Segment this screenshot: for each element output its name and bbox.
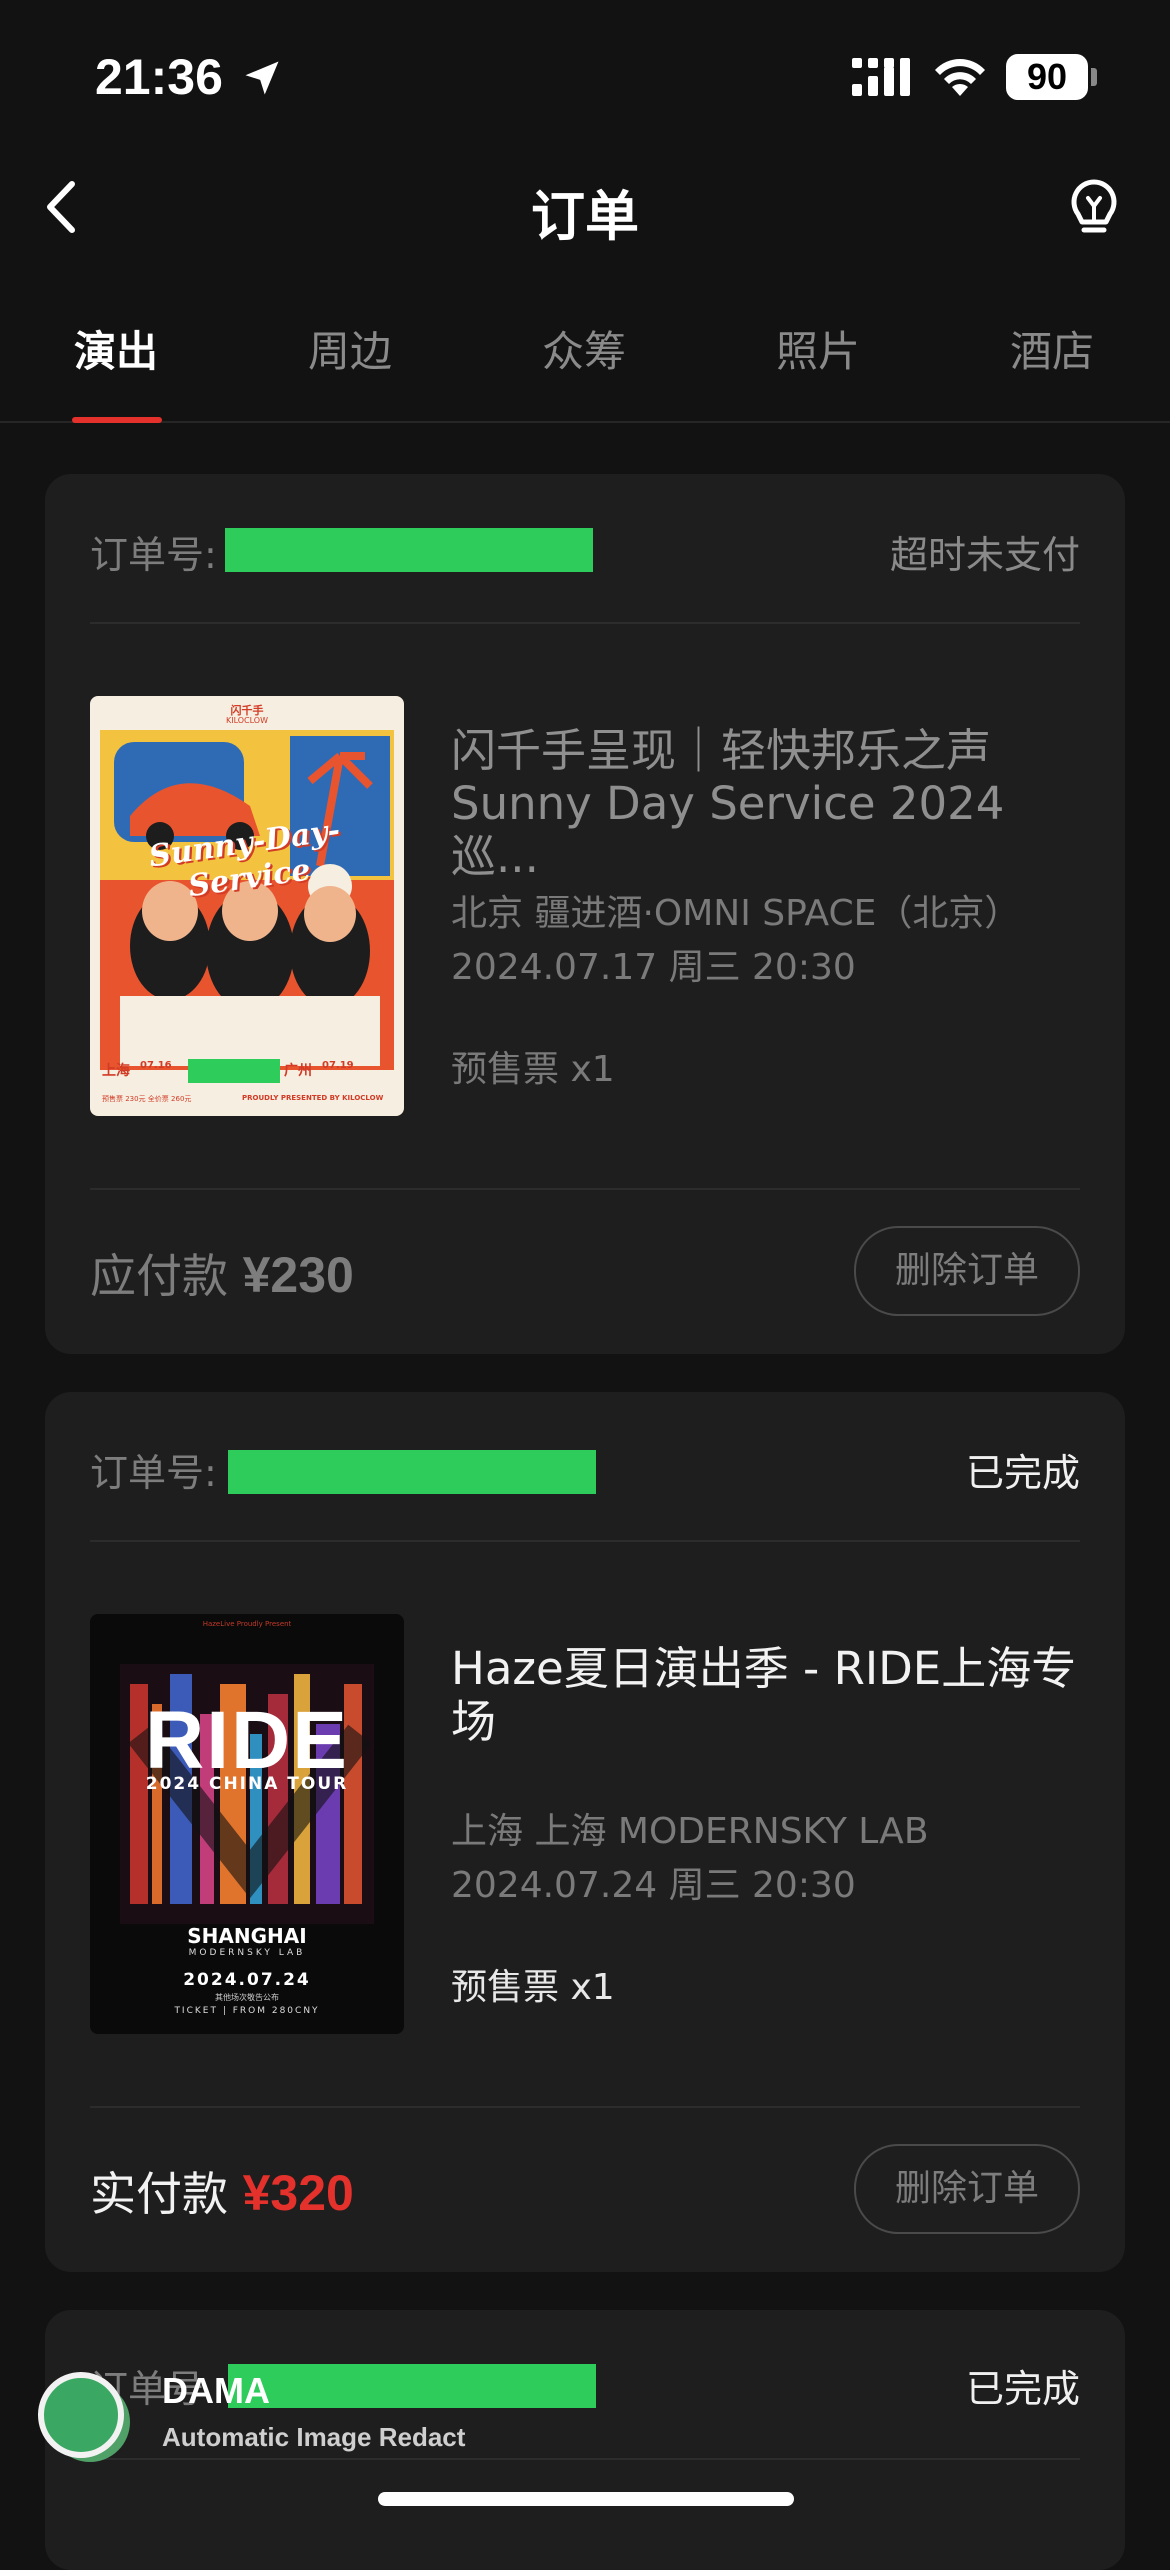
card-divider xyxy=(90,2106,1080,2108)
tabs-divider xyxy=(0,421,1170,423)
event-title[interactable]: Haze夏日演出季 - RIDE上海专场 xyxy=(451,1642,1091,1748)
poster-note: 其他场次敬告公布 xyxy=(215,1993,279,2002)
cellular-signal-icon xyxy=(852,58,910,96)
event-poster[interactable]: 闪千手 KILOCLOW Sunny-Day-Service 上海 07.16 … xyxy=(90,696,404,1116)
poster-date: 2024.07.24 xyxy=(183,1970,311,1990)
battery-indicator: 90 xyxy=(1006,54,1088,100)
lightbulb-icon[interactable] xyxy=(1066,178,1122,240)
page-title: 订单 xyxy=(531,185,639,248)
active-tab-indicator xyxy=(72,417,162,423)
poster-venue: MODERNSKY LAB xyxy=(188,1948,306,1958)
watermark-logo xyxy=(38,2372,124,2458)
payment-row: 实付款 ¥320 xyxy=(90,2158,354,2224)
order-number-redacted xyxy=(228,2364,596,2408)
event-venue: 北京 疆进酒·OMNI SPACE（北京） xyxy=(451,893,1021,934)
watermark-title: DAMA xyxy=(162,2370,270,2411)
poster-presenter-en: KILOCLOW xyxy=(225,716,269,725)
home-indicator[interactable] xyxy=(378,2492,794,2506)
ticket-type: 预售票 x1 xyxy=(451,1049,615,1090)
order-status: 已完成 xyxy=(965,1451,1080,1495)
wifi-icon xyxy=(935,59,985,96)
card-divider xyxy=(90,1188,1080,1190)
status-time: 21:36 xyxy=(95,49,223,105)
poster-city-1: 上海 xyxy=(102,1063,130,1079)
tab-hotels[interactable]: 酒店 xyxy=(1010,318,1094,379)
poster-city: SHANGHAI xyxy=(187,1924,307,1948)
card-divider xyxy=(90,622,1080,624)
poster-credit: PROUDLY PRESENTED BY KILOCLOW xyxy=(242,1094,384,1102)
order-card[interactable]: 订单号: 超时未支付 闪千手 KILOCLOW Sunny-Day-Servic… xyxy=(45,474,1125,1354)
tab-merch[interactable]: 周边 xyxy=(308,318,392,379)
order-status: 已完成 xyxy=(965,2367,1080,2411)
poster-tour: 2024 CHINA TOUR xyxy=(145,1774,349,1794)
delete-order-button[interactable]: 删除订单 xyxy=(854,1226,1080,1316)
event-title[interactable]: 闪千手呈现｜轻快邦乐之声 Sunny Day Service 2024 巡... xyxy=(451,724,1091,883)
event-date: 2024.07.24 周三 20:30 xyxy=(451,1865,856,1906)
poster-city-2: 广州 xyxy=(284,1063,312,1079)
order-number-redacted xyxy=(228,1450,596,1494)
watermark-subtitle: Automatic Image Redact xyxy=(162,2422,466,2452)
battery-cap xyxy=(1091,68,1097,86)
location-arrow-icon xyxy=(245,61,279,95)
event-poster[interactable]: HazeLive Proudly Present RIDE 2024 CHINA… xyxy=(90,1614,404,2034)
payment-amount: ¥320 xyxy=(242,2165,354,2221)
poster-ticket: TICKET | FROM 280CNY xyxy=(174,2006,320,2016)
tab-performances[interactable]: 演出 xyxy=(74,318,158,379)
payment-label: 实付款 xyxy=(90,2167,228,2221)
card-divider xyxy=(90,1540,1080,1542)
order-number-label: 订单号: xyxy=(90,1451,217,1495)
ticket-type: 预售票 x1 xyxy=(451,1967,615,2008)
tab-crowdfunding[interactable]: 众筹 xyxy=(542,318,626,379)
order-number-redacted xyxy=(225,528,593,572)
order-number-label: 订单号: xyxy=(90,533,217,577)
payment-row: 应付款 ¥230 xyxy=(90,1240,354,1306)
poster-date-1: 07.16 xyxy=(140,1060,172,1071)
tab-photos[interactable]: 照片 xyxy=(776,318,860,379)
poster-prices: 预售票 230元 全价票 260元 xyxy=(102,1095,192,1103)
poster-date-2: 07.19 xyxy=(322,1060,354,1071)
poster-header: HazeLive Proudly Present xyxy=(202,1620,292,1628)
event-date: 2024.07.17 周三 20:30 xyxy=(451,947,856,988)
payment-amount: ¥230 xyxy=(242,1247,354,1303)
event-venue: 上海 上海 MODERNSKY LAB xyxy=(451,1811,929,1852)
card-divider xyxy=(90,2458,1080,2460)
delete-order-button[interactable]: 删除订单 xyxy=(854,2144,1080,2234)
payment-label: 应付款 xyxy=(90,1249,228,1303)
order-card[interactable]: 订单号: 已完成 HazeLive Proudly Present RIDE 2… xyxy=(45,1392,1125,2272)
order-status: 超时未支付 xyxy=(889,533,1080,577)
